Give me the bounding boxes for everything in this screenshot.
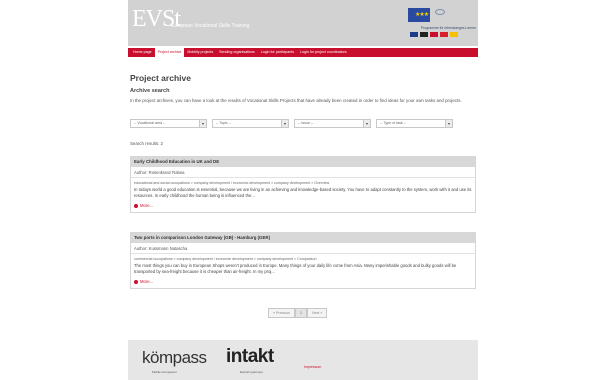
current-page[interactable]: 1: [294, 308, 307, 318]
topic-select[interactable]: -- Topic -- ▾: [212, 119, 289, 128]
chevron-down-icon[interactable]: ▾: [363, 120, 370, 127]
nav-login-coordinators[interactable]: Login for project coordinators: [297, 48, 350, 57]
nav-login-participants[interactable]: Login for participants: [258, 48, 297, 57]
select-value: -- Vocational area --: [134, 121, 166, 125]
result-author: Author: Kussmann Natascha: [131, 243, 475, 254]
kompass-logo-subtitle: Mobile Kompetenz: [152, 370, 177, 374]
result-card: Two ports in comparison London Gateway (…: [130, 232, 476, 289]
page: EVSt European Vocational Skills Training…: [128, 0, 478, 380]
eu-flag-icon: ★★★: [408, 8, 430, 22]
previous-page-button[interactable]: « Previous: [268, 308, 295, 318]
more-link[interactable]: More...: [131, 275, 475, 288]
select-value: -- Type of task --: [380, 121, 407, 125]
result-category-path: educational and social occupations > com…: [134, 181, 330, 185]
more-link[interactable]: More...: [131, 199, 475, 212]
task-type-select[interactable]: -- Type of task -- ▾: [376, 119, 453, 128]
section-title: Archive search: [130, 88, 170, 94]
page-title: Project archive: [130, 73, 191, 83]
intakt-logo[interactable]: intakt: [226, 346, 274, 368]
intakt-logo-subtitle: Exploring Europe: [240, 370, 264, 374]
result-category-path: commercial occupations > company develop…: [134, 257, 317, 261]
nav-home[interactable]: Home page: [130, 48, 155, 57]
pagination: « Previous 1 Next »: [268, 308, 328, 318]
header-banner: EVSt European Vocational Skills Training…: [128, 0, 478, 46]
flag-de-icon[interactable]: [420, 32, 428, 37]
impressum-link[interactable]: Impressum: [304, 365, 321, 369]
chevron-down-icon[interactable]: ▾: [281, 120, 288, 127]
chevron-down-icon[interactable]: ▾: [199, 120, 206, 127]
kompass-logo[interactable]: kömpass: [142, 348, 207, 368]
select-value: -- Topic --: [216, 121, 232, 125]
intro-text: In the project archives, you can have a …: [130, 98, 462, 103]
chevron-down-icon[interactable]: ▾: [445, 120, 452, 127]
plus-circle-icon: [134, 279, 138, 284]
result-excerpt: In todays world a good education is esse…: [134, 187, 472, 198]
programme-logo-icon: [435, 9, 445, 15]
programme-text: Programme für lebenslanges Lernen: [420, 26, 476, 30]
footer: kömpass Mobile Kompetenz intakt Explorin…: [128, 340, 478, 380]
result-card: Early Childhood Education in UK and DE A…: [130, 156, 476, 213]
plus-circle-icon: [134, 203, 138, 208]
vocational-area-select[interactable]: -- Vocational area -- ▾: [130, 119, 207, 128]
result-title[interactable]: Early Childhood Education in UK and DE: [131, 157, 475, 167]
more-label: More...: [140, 203, 154, 208]
site-tagline: European Vocational Skills Training: [171, 23, 250, 29]
main-nav: Home page Project archive Mobility proje…: [128, 48, 478, 57]
result-title[interactable]: Two ports in comparison London Gateway (…: [131, 233, 475, 243]
issue-select[interactable]: -- Issue -- ▾: [294, 119, 371, 128]
nav-project-archive[interactable]: Project archive: [154, 48, 185, 57]
language-flags: [410, 32, 458, 37]
result-excerpt: The most things you can buy in European …: [134, 263, 457, 274]
result-author: Author: Rosenkranz Rabea: [131, 167, 475, 178]
flag-uk-icon[interactable]: [410, 32, 418, 37]
select-value: -- Issue --: [298, 121, 314, 125]
results-count: Search results: 2: [130, 141, 163, 146]
flag-no-icon[interactable]: [430, 32, 438, 37]
flag-es-icon[interactable]: [450, 32, 458, 37]
flag-fr-icon[interactable]: [440, 32, 448, 37]
more-label: More...: [140, 279, 154, 284]
nav-mobility-projects[interactable]: Mobility projects: [184, 48, 216, 57]
next-page-button[interactable]: Next »: [306, 308, 328, 318]
nav-sending-organisations[interactable]: Sending organisations: [216, 48, 258, 57]
filter-bar: -- Vocational area -- ▾ -- Topic -- ▾ --…: [130, 119, 476, 128]
